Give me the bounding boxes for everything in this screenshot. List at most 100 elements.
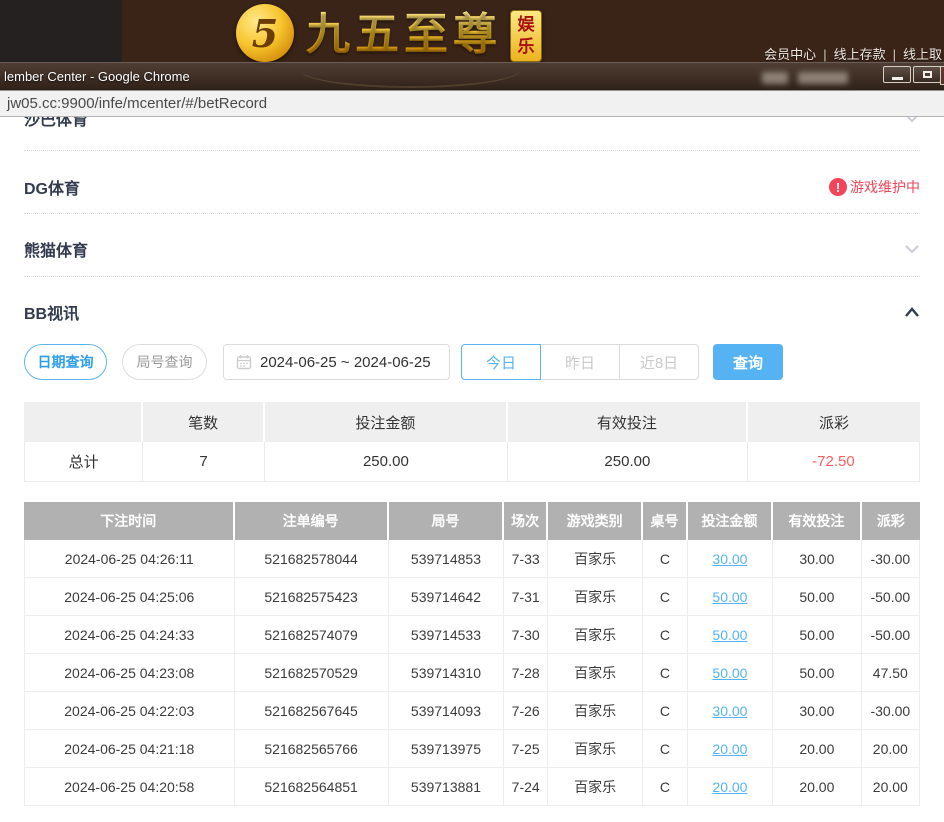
- bet-amount-link[interactable]: 20.00: [712, 741, 747, 757]
- logo-entertainment-badge: 娱 乐: [510, 10, 542, 62]
- bet-table-header-cell: 场次: [504, 502, 548, 540]
- bet-cell: 7-28: [504, 654, 548, 692]
- maximize-button[interactable]: [913, 66, 941, 83]
- section-row-panda[interactable]: 熊猫体育: [24, 234, 920, 264]
- browser-title-bar[interactable]: lember Center - Google Chrome: [0, 62, 944, 90]
- bet-cell: 2024-06-25 04:24:33: [24, 616, 235, 654]
- section-divider: [24, 213, 920, 214]
- bet-table-header-cell: 局号: [389, 502, 505, 540]
- nav-link[interactable]: 会员中心: [764, 47, 816, 62]
- bet-cell: 30.00: [773, 540, 862, 578]
- bet-table-header-cell: 派彩: [862, 502, 920, 540]
- summary-header-cell: 投注金额: [265, 402, 508, 442]
- summary-table: 笔数 投注金额 有效投注 派彩 总计 7 250.00 250.00 -72.5…: [24, 402, 920, 482]
- bet-cell: 百家乐: [548, 768, 643, 806]
- minimize-icon: [892, 77, 903, 80]
- section-row-dg[interactable]: DG体育 ! 游戏维护中: [24, 172, 920, 202]
- today-button[interactable]: 今日: [461, 344, 541, 380]
- bet-amount-cell: 50.00: [688, 578, 773, 616]
- section-title: DG体育: [24, 175, 80, 199]
- bet-cell: 521682575423: [235, 578, 389, 616]
- maintenance-text: 游戏维护中: [850, 177, 920, 197]
- bet-table-body: 2024-06-25 04:26:11521682578044539714853…: [24, 540, 920, 806]
- chevron-down-icon: [904, 244, 920, 254]
- table-row: 2024-06-25 04:23:08521682570529539714310…: [24, 654, 920, 692]
- redacted-user-info: [798, 72, 848, 84]
- date-query-tab[interactable]: 日期查询: [24, 344, 107, 380]
- summary-total-label: 总计: [24, 442, 143, 482]
- nav-link[interactable]: 线上取: [903, 47, 942, 62]
- bet-amount-cell: 20.00: [688, 768, 773, 806]
- nav-separator: |: [893, 47, 896, 62]
- bet-cell: -50.00: [862, 578, 920, 616]
- bet-cell: C: [643, 578, 688, 616]
- bet-cell: 20.00: [773, 730, 862, 768]
- bet-cell: 2024-06-25 04:23:08: [24, 654, 235, 692]
- bet-cell: C: [643, 654, 688, 692]
- summary-header-cell: 有效投注: [508, 402, 748, 442]
- bet-cell: 47.50: [862, 654, 920, 692]
- bet-cell: 20.00: [773, 768, 862, 806]
- section-row-bb[interactable]: BB视讯: [24, 297, 920, 327]
- bet-cell: 百家乐: [548, 730, 643, 768]
- bet-cell: 7-24: [504, 768, 548, 806]
- bet-cell: 20.00: [862, 768, 920, 806]
- summary-header-cell: 笔数: [143, 402, 265, 442]
- round-query-tab[interactable]: 局号查询: [122, 344, 207, 380]
- summary-header-cell: 派彩: [748, 402, 920, 442]
- last8days-button[interactable]: 近8日: [619, 344, 699, 380]
- bet-cell: C: [643, 540, 688, 578]
- table-row: 2024-06-25 04:25:06521682575423539714642…: [24, 578, 920, 616]
- bet-cell: 7-33: [504, 540, 548, 578]
- bet-amount-link[interactable]: 30.00: [712, 703, 747, 719]
- bet-cell: 50.00: [773, 654, 862, 692]
- search-button[interactable]: 查询: [713, 344, 783, 380]
- section-divider: [24, 150, 920, 151]
- url-text: jw05.cc:9900/infe/mcenter/#/betRecord: [7, 95, 267, 112]
- bet-amount-cell: 20.00: [688, 730, 773, 768]
- bet-table-header-cell: 桌号: [643, 502, 688, 540]
- filter-row: 日期查询 局号查询 2024-06-25 ~ 2024-06-25 今日 昨日 …: [24, 344, 920, 380]
- date-range-input[interactable]: 2024-06-25 ~ 2024-06-25: [223, 344, 450, 380]
- url-bar[interactable]: jw05.cc:9900/infe/mcenter/#/betRecord: [0, 90, 944, 117]
- maximize-icon: [923, 71, 932, 78]
- summary-valid-bet: 250.00: [508, 442, 748, 482]
- nav-link[interactable]: 线上存款: [834, 47, 886, 62]
- section-divider: [24, 276, 920, 277]
- bet-amount-link[interactable]: 50.00: [712, 627, 747, 643]
- bet-table-header-cell: 注单编号: [235, 502, 389, 540]
- quick-range-group: 今日 昨日 近8日: [461, 344, 699, 380]
- bet-cell: C: [643, 730, 688, 768]
- chevron-up-icon: [904, 307, 920, 318]
- bet-cell: 30.00: [773, 692, 862, 730]
- bet-cell: 539714310: [389, 654, 505, 692]
- bet-cell: 7-25: [504, 730, 548, 768]
- bet-cell: 2024-06-25 04:22:03: [24, 692, 235, 730]
- bet-cell: C: [643, 616, 688, 654]
- bet-cell: 539713975: [389, 730, 505, 768]
- maintenance-badge: ! 游戏维护中: [829, 177, 920, 197]
- bet-amount-link[interactable]: 50.00: [712, 665, 747, 681]
- bet-cell: 2024-06-25 04:25:06: [24, 578, 235, 616]
- bet-cell: 521682578044: [235, 540, 389, 578]
- bet-cell: 521682567645: [235, 692, 389, 730]
- bet-records-table: 下注时间注单编号局号场次游戏类别桌号投注金额有效投注派彩 2024-06-25 …: [24, 502, 920, 806]
- bet-table-header-row: 下注时间注单编号局号场次游戏类别桌号投注金额有效投注派彩: [24, 502, 920, 540]
- table-row: 2024-06-25 04:22:03521682567645539714093…: [24, 692, 920, 730]
- bet-cell: 50.00: [773, 616, 862, 654]
- header-nav: 会员中心|线上存款|线上取: [764, 44, 942, 63]
- summary-header-row: 笔数 投注金额 有效投注 派彩: [24, 402, 920, 442]
- bet-amount-link[interactable]: 30.00: [712, 551, 747, 567]
- bet-cell: 2024-06-25 04:20:58: [24, 768, 235, 806]
- bet-cell: 7-30: [504, 616, 548, 654]
- exclamation-icon: !: [829, 178, 847, 196]
- bet-amount-link[interactable]: 50.00: [712, 589, 747, 605]
- bet-cell: 20.00: [862, 730, 920, 768]
- bet-amount-link[interactable]: 20.00: [712, 779, 747, 795]
- minimize-button[interactable]: [883, 66, 911, 83]
- bet-cell: 百家乐: [548, 616, 643, 654]
- close-button[interactable]: [940, 66, 944, 85]
- bet-cell: 539714093: [389, 692, 505, 730]
- yesterday-button[interactable]: 昨日: [540, 344, 620, 380]
- redacted-user-info: [762, 72, 788, 84]
